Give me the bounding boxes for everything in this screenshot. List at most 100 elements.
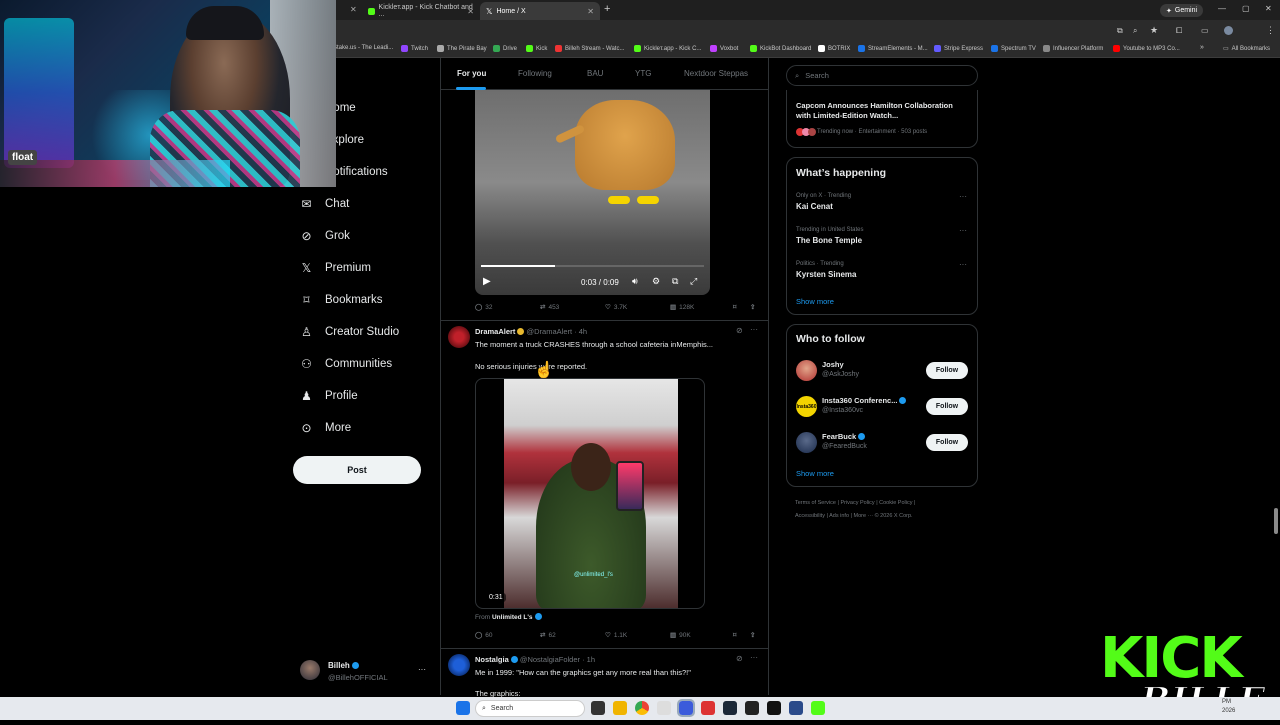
trend-card[interactable]: Capcom Announces Hamilton Collaboration …	[786, 90, 978, 148]
avatar[interactable]: Insta360	[796, 396, 817, 417]
close-tab-icon[interactable]: ✕	[467, 7, 474, 16]
footer-links[interactable]: Terms of Service | Privacy Policy | Cook…	[795, 500, 915, 506]
chrome-icon[interactable]	[635, 701, 649, 715]
volume-icon[interactable]: 🔊︎	[632, 276, 638, 287]
nav-communities[interactable]: ⚇ Communities	[300, 354, 392, 374]
maximize-icon[interactable]: ▢	[1242, 4, 1250, 13]
nav-creator-studio[interactable]: ♙ Creator Studio	[300, 322, 399, 342]
follow-button[interactable]: Follow	[926, 398, 968, 415]
gemini-button[interactable]: ✦ Gemini	[1160, 4, 1204, 17]
app-icon[interactable]	[657, 701, 671, 715]
bookmark-item[interactable]: Influencer Platform	[1043, 45, 1103, 52]
source-link[interactable]: Unlimited L's	[492, 614, 533, 621]
page-scrollbar-thumb[interactable]	[1274, 508, 1278, 534]
chevron-right-icon[interactable]: »	[1200, 44, 1204, 51]
fullscreen-icon[interactable]: ⤢	[690, 276, 697, 287]
trend-name[interactable]: Kai Cenat	[796, 202, 833, 211]
app-icon[interactable]	[701, 701, 715, 715]
bookmark-item[interactable]: KickBot Dashboard	[750, 45, 811, 52]
bookmark-item[interactable]: Drive	[493, 45, 517, 52]
zoom-icon[interactable]: ⌕	[1133, 26, 1137, 36]
avatar[interactable]	[448, 326, 470, 348]
close-tab-icon[interactable]: ✕	[350, 5, 357, 14]
app-icon[interactable]	[677, 699, 695, 717]
avatar[interactable]	[448, 654, 470, 676]
tab-kicklet[interactable]: Kickleт.app - Kick Chatbot and ... ✕	[362, 2, 480, 20]
file-explorer-icon[interactable]	[613, 701, 627, 715]
terminal-icon[interactable]	[767, 701, 781, 715]
clock-time[interactable]: PM	[1222, 699, 1231, 705]
close-window-icon[interactable]: ✕	[1265, 4, 1272, 13]
tweet-author-name[interactable]: DramaAlert	[475, 327, 515, 336]
steam-icon[interactable]	[723, 701, 737, 715]
like-button[interactable]: ♡ 3.7K	[605, 303, 627, 312]
trend-name[interactable]: The Bone Temple	[796, 236, 862, 245]
bookmark-item[interactable]: Kick	[526, 45, 547, 52]
grok-icon[interactable]: ⊘	[736, 326, 743, 335]
nav-profile[interactable]: ♟ Profile	[300, 386, 358, 406]
more-dots-icon[interactable]: ···	[959, 226, 967, 235]
bookmark-item[interactable]: Kickleт.app - Kick C...	[634, 45, 701, 52]
share-button[interactable]: ⇪	[750, 303, 755, 311]
more-dots-icon[interactable]: ···	[959, 192, 967, 201]
all-bookmarks[interactable]: ▭ All Bookmarks	[1223, 45, 1270, 53]
bookmark-item[interactable]: Voxbot	[710, 45, 738, 52]
video-player[interactable]: @unlimited_l's 0:31	[475, 378, 705, 609]
avatar[interactable]	[796, 360, 817, 381]
taskbar-search[interactable]: ⌕ Search	[475, 700, 585, 717]
sidepanel-icon[interactable]: ▭	[1201, 26, 1209, 35]
views-button[interactable]: ▥ 128K	[670, 303, 694, 312]
bookmark-button[interactable]: ⌑	[733, 303, 736, 311]
reply-button[interactable]: ◯ 60	[475, 631, 493, 640]
app-icon[interactable]	[789, 701, 803, 715]
grok-icon[interactable]: ⊘	[736, 654, 743, 663]
bookmark-button[interactable]: ⌑	[733, 631, 736, 639]
nav-premium[interactable]: 𝕏 Premium	[300, 258, 371, 278]
tweet-time[interactable]: · 4h	[574, 327, 587, 336]
minimize-icon[interactable]: —	[1218, 4, 1226, 13]
tweet-author-handle[interactable]: @DramaAlert	[527, 327, 573, 336]
more-dots-icon[interactable]: ···	[418, 665, 426, 674]
profile-avatar[interactable]	[1224, 26, 1233, 35]
bookmark-item[interactable]: Stripe Express	[934, 45, 983, 52]
follow-button[interactable]: Follow	[926, 434, 968, 451]
bookmark-item[interactable]: StreamElements - M...	[858, 45, 928, 52]
views-button[interactable]: ▥ 90K	[670, 631, 691, 640]
nav-chat[interactable]: ✉ Chat	[300, 194, 349, 214]
obs-icon[interactable]	[745, 701, 759, 715]
tab-nextdoor-steppas[interactable]: Nextdoor Steppas	[684, 69, 748, 78]
account-name[interactable]: Insta360 Conferenc...	[822, 396, 907, 405]
reply-button[interactable]: ◯ 32	[475, 303, 493, 312]
bookmark-item[interactable]: Spectrum TV	[991, 45, 1036, 52]
share-button[interactable]: ⇪	[750, 631, 755, 639]
nav-bookmarks[interactable]: ⌑ Bookmarks	[300, 290, 382, 310]
tab-following[interactable]: Following	[518, 69, 552, 78]
extensions-icon[interactable]: ⧠	[1176, 26, 1182, 36]
kick-app-icon[interactable]	[811, 701, 825, 715]
account-switcher[interactable]: Billeh @BillehOFFICIAL ···	[300, 658, 435, 686]
bookmark-item[interactable]: Billeh Stream - Watc...	[555, 45, 624, 52]
more-dots-icon[interactable]: ···	[959, 260, 967, 269]
task-view-icon[interactable]	[591, 701, 605, 715]
bookmark-item[interactable]: Youtube to MP3 Co...	[1113, 45, 1180, 52]
tab-bau[interactable]: BAU	[587, 69, 603, 78]
tweet-time[interactable]: · 1h	[582, 655, 595, 664]
video-player[interactable]: ▶ 0:03 / 0:09 🔊︎ ⚙ ⧉ ⤢	[475, 90, 710, 295]
more-dots-icon[interactable]: ···	[750, 653, 758, 662]
bookmark-item[interactable]: The Pirate Bay	[437, 45, 487, 52]
bookmark-item[interactable]: BOTRIX	[818, 45, 850, 52]
trend-name[interactable]: Kyrsten Sinema	[796, 270, 856, 279]
tab-home-x[interactable]: 𝕏 Home / X ✕	[480, 2, 600, 20]
tweet-author-name[interactable]: Nostalgia	[475, 655, 509, 664]
show-more-link[interactable]: Show more	[796, 297, 834, 306]
like-button[interactable]: ♡ 1.1K	[605, 631, 627, 640]
footer-links[interactable]: Accessibility | Ads info | More ··· © 20…	[795, 513, 913, 519]
avatar[interactable]	[796, 432, 817, 453]
follow-button[interactable]: Follow	[926, 362, 968, 379]
post-button[interactable]: Post	[293, 456, 421, 484]
tab-for-you[interactable]: For you	[457, 69, 486, 78]
settings-icon[interactable]: ⚙	[652, 276, 660, 287]
close-tab-icon[interactable]: ✕	[587, 7, 594, 16]
nav-more[interactable]: ⊙ More	[300, 418, 351, 438]
bookmark-star-icon[interactable]: ★	[1150, 25, 1158, 36]
